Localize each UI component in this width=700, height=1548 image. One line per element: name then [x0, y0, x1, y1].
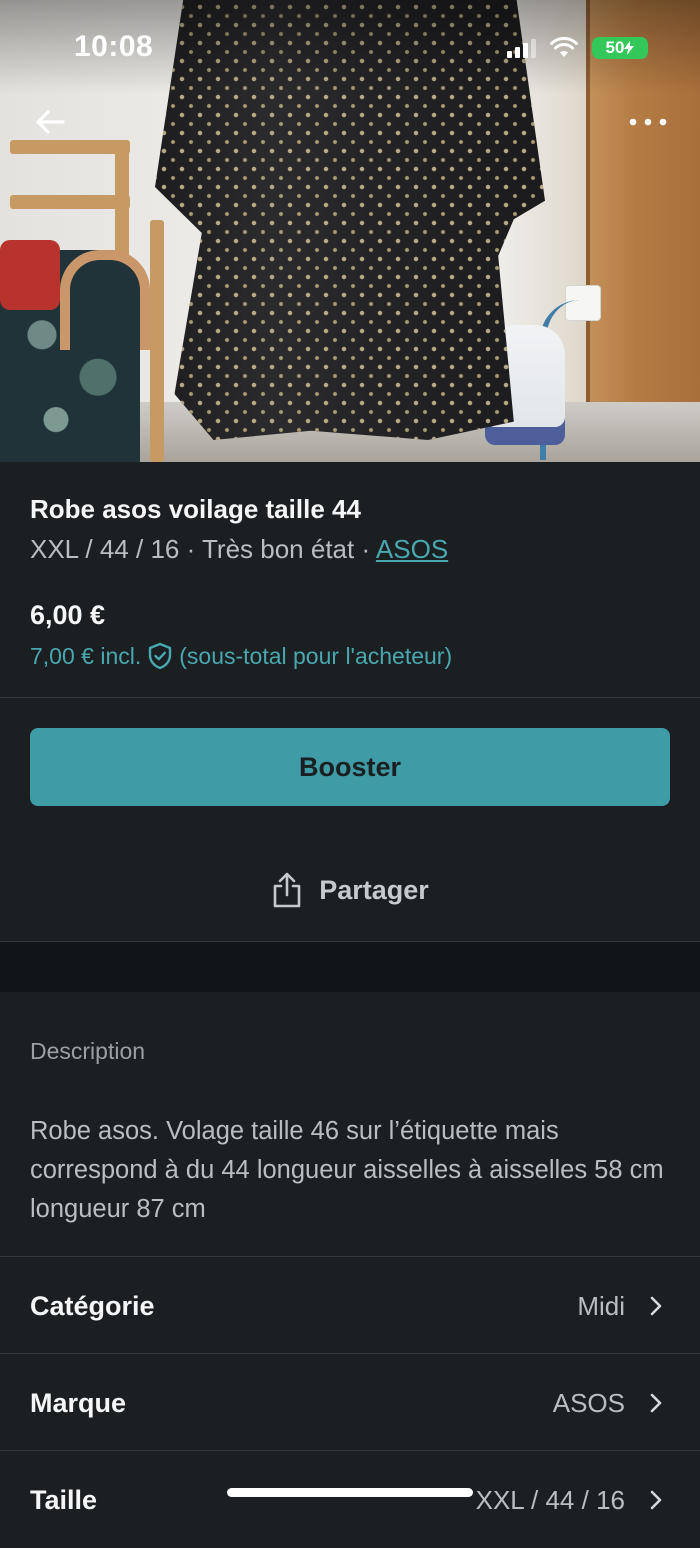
wifi-icon	[550, 37, 578, 57]
divider	[0, 697, 700, 698]
more-options-button[interactable]	[626, 100, 670, 144]
attribute-value: ASOS	[552, 1387, 625, 1418]
attribute-row-category[interactable]: Catégorie Midi	[0, 1258, 700, 1354]
cellular-signal-icon	[507, 38, 536, 58]
divider	[0, 1450, 700, 1451]
chevron-right-icon	[650, 1490, 662, 1510]
chevron-right-icon	[650, 1296, 662, 1316]
status-time: 10:08	[74, 30, 154, 63]
description-text: Robe asos. Volage taille 46 sur l’étique…	[30, 1117, 664, 1223]
battery-level: 50	[605, 38, 625, 57]
home-indicator[interactable]	[227, 1488, 473, 1497]
buyer-protection-price[interactable]: 7,00 € incl. (sous-total pour l'acheteur…	[30, 642, 452, 670]
status-bar: 10:08 50	[0, 0, 700, 94]
item-size-condition: XXL / 44 / 16 · Très bon état ·	[30, 534, 376, 564]
share-label: Partager	[319, 874, 429, 905]
photo-bag-strap	[60, 250, 150, 350]
brand-link[interactable]: ASOS	[376, 534, 448, 564]
ellipsis-icon	[629, 118, 667, 126]
attribute-row-brand[interactable]: Marque ASOS	[0, 1355, 700, 1451]
attribute-value: XXL / 44 / 16	[475, 1484, 625, 1515]
share-button[interactable]: Partager	[0, 860, 700, 920]
attribute-label: Marque	[30, 1387, 127, 1418]
description-label: Description	[30, 1038, 146, 1064]
battery-indicator: 50	[592, 37, 648, 59]
item-details-line: XXL / 44 / 16 · Très bon état · ASOS	[30, 534, 448, 565]
attribute-row-size[interactable]: Taille XXL / 44 / 16	[0, 1452, 700, 1548]
arrow-left-icon	[36, 110, 65, 134]
section-separator	[0, 942, 700, 992]
booster-button[interactable]: Booster	[30, 728, 670, 806]
share-icon	[273, 872, 301, 908]
chevron-right-icon	[650, 1393, 662, 1413]
attribute-label: Catégorie	[30, 1290, 155, 1321]
charging-bolt-icon	[624, 41, 635, 55]
divider	[0, 1353, 700, 1354]
shield-check-icon	[149, 642, 172, 670]
price-incl-amount: 7,00 € incl.	[30, 642, 142, 669]
attribute-label: Taille	[30, 1484, 98, 1515]
divider	[0, 1256, 700, 1257]
item-title: Robe asos voilage taille 44	[30, 494, 361, 524]
item-price: 6,00 €	[30, 600, 106, 630]
status-icons: 50	[507, 36, 648, 60]
photo-hair-dryer	[0, 240, 60, 310]
attribute-value: Midi	[577, 1290, 625, 1321]
back-button[interactable]	[28, 100, 72, 144]
price-incl-note: (sous-total pour l'acheteur)	[179, 642, 453, 669]
product-photo[interactable]: 10:08 50	[0, 0, 700, 462]
